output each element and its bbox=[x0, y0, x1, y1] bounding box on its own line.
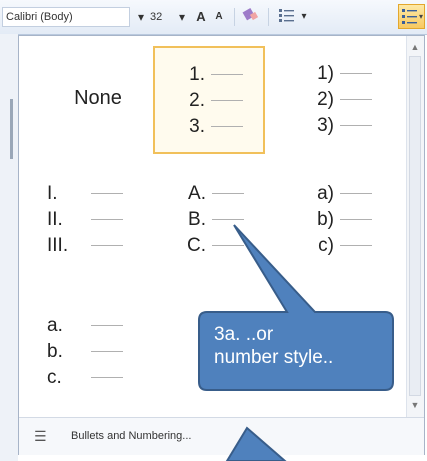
toolbar-separator bbox=[268, 8, 269, 26]
item-number: 1. bbox=[189, 64, 205, 85]
callout-line-1: 3a. ..or bbox=[214, 324, 274, 345]
preview-line bbox=[340, 193, 372, 195]
list-item: c. bbox=[43, 365, 153, 391]
second-callout-shape bbox=[225, 426, 287, 461]
numbering-style-alpha-upper[interactable]: A. B. C. bbox=[153, 166, 265, 274]
preview-line bbox=[211, 74, 243, 76]
shrink-font-button[interactable]: A bbox=[212, 7, 226, 27]
scroll-down-icon[interactable]: ▼ bbox=[409, 399, 421, 411]
preview-line bbox=[340, 219, 372, 221]
numbering-style-roman-upper[interactable]: I. II. III. bbox=[42, 166, 154, 274]
scroll-thumb[interactable] bbox=[409, 56, 421, 396]
item-number: 3. bbox=[189, 116, 205, 137]
scroll-up-icon[interactable]: ▲ bbox=[409, 41, 421, 53]
callout-text: 3a. ..or number style.. bbox=[214, 323, 389, 369]
numbering-style-arabic-dot[interactable]: 1. 2. 3. bbox=[153, 46, 265, 154]
numbering-style-alpha-lower-dot[interactable]: a. b. c. bbox=[42, 298, 154, 406]
preview-line bbox=[340, 245, 372, 247]
toolbar-separator bbox=[234, 8, 235, 26]
item-number: 2) bbox=[317, 89, 334, 110]
preview-line bbox=[91, 219, 123, 221]
list-item: I. bbox=[43, 181, 153, 207]
font-size-dropdown-icon[interactable]: ▾ bbox=[134, 7, 148, 27]
ribbon-toolbar: Calibri (Body) ▾ 32 ▾ A A ▾ ▾ bbox=[0, 0, 427, 35]
numbering-preview: a. b. c. bbox=[43, 313, 153, 391]
preview-line bbox=[340, 73, 372, 75]
item-number: a) bbox=[317, 183, 334, 204]
list-item: 3. bbox=[155, 114, 263, 140]
list-item: II. bbox=[43, 207, 153, 233]
item-number: B. bbox=[188, 209, 206, 230]
list-item: 1) bbox=[270, 61, 380, 87]
item-number: b. bbox=[47, 341, 63, 362]
item-number: b) bbox=[317, 209, 334, 230]
list-item: III. bbox=[43, 233, 153, 259]
numbering-style-arabic-paren[interactable]: 1) 2) 3) bbox=[269, 46, 381, 154]
list-item: 3) bbox=[270, 113, 380, 139]
item-number: I. bbox=[47, 183, 58, 204]
grow-font-button[interactable]: A bbox=[193, 7, 209, 27]
item-number: II. bbox=[47, 209, 63, 230]
list-item: 1. bbox=[155, 62, 263, 88]
clear-formatting-icon[interactable] bbox=[240, 7, 262, 27]
preview-line bbox=[91, 325, 123, 327]
item-number: 1) bbox=[317, 63, 334, 84]
list-item: B. bbox=[154, 207, 264, 233]
callout-line-2: number style.. bbox=[214, 347, 334, 368]
bullets-and-numbering-label: Bullets and Numbering... bbox=[71, 430, 192, 442]
preview-line bbox=[211, 126, 243, 128]
bullets-and-numbering-command[interactable]: ☰ Bullets and Numbering... bbox=[19, 417, 424, 455]
preview-line bbox=[91, 245, 123, 247]
document-marker bbox=[10, 99, 13, 159]
svg-text:▾: ▾ bbox=[419, 12, 423, 21]
numbering-icon: ▾ bbox=[402, 9, 423, 24]
bullets-icon[interactable] bbox=[276, 7, 298, 27]
numbering-library-panel: None 1. 2. 3. 1) 2) 3) I. II. III. A. B.… bbox=[18, 35, 425, 455]
numbering-style-alpha-lower-paren[interactable]: a) b) c) bbox=[269, 166, 381, 274]
preview-line bbox=[212, 245, 244, 247]
list-item: a) bbox=[270, 181, 380, 207]
numbering-style-none[interactable]: None bbox=[42, 46, 154, 154]
font-size-value: 32 bbox=[150, 11, 163, 23]
font-size-dropdown-arrow-icon[interactable]: ▾ bbox=[176, 7, 188, 27]
list-item: 2. bbox=[155, 88, 263, 114]
item-number: A. bbox=[188, 183, 206, 204]
font-name-box[interactable]: Calibri (Body) bbox=[2, 7, 130, 27]
preview-line bbox=[340, 99, 372, 101]
list-item: A. bbox=[154, 181, 264, 207]
list-item: 2) bbox=[270, 87, 380, 113]
preview-line bbox=[212, 219, 244, 221]
item-number: 3) bbox=[317, 115, 334, 136]
numbering-button[interactable]: ▾ bbox=[398, 4, 425, 29]
preview-line bbox=[211, 100, 243, 102]
numbering-preview: 1) 2) 3) bbox=[270, 61, 380, 139]
preview-line bbox=[91, 377, 123, 379]
numbering-preview: 1. 2. 3. bbox=[155, 62, 263, 140]
none-label: None bbox=[74, 87, 122, 109]
preview-line bbox=[91, 351, 123, 353]
list-item: b. bbox=[43, 339, 153, 365]
item-number: c. bbox=[47, 367, 62, 388]
bullets-list-icon: ☰ bbox=[34, 428, 47, 444]
bullets-dropdown-icon[interactable]: ▾ bbox=[299, 7, 309, 27]
preview-line bbox=[91, 193, 123, 195]
list-item: a. bbox=[43, 313, 153, 339]
document-margin bbox=[0, 34, 18, 461]
numbering-preview: I. II. III. bbox=[43, 181, 153, 259]
numbering-preview: a) b) c) bbox=[270, 181, 380, 259]
gallery-scrollbar[interactable]: ▲ ▼ bbox=[406, 36, 424, 417]
item-number: c) bbox=[318, 235, 334, 256]
item-number: a. bbox=[47, 315, 63, 336]
preview-line bbox=[340, 125, 372, 127]
preview-line bbox=[212, 193, 244, 195]
list-item: c) bbox=[270, 233, 380, 259]
list-item: b) bbox=[270, 207, 380, 233]
item-number: 2. bbox=[189, 90, 205, 111]
item-number: III. bbox=[47, 235, 69, 256]
item-number: C. bbox=[187, 235, 206, 256]
